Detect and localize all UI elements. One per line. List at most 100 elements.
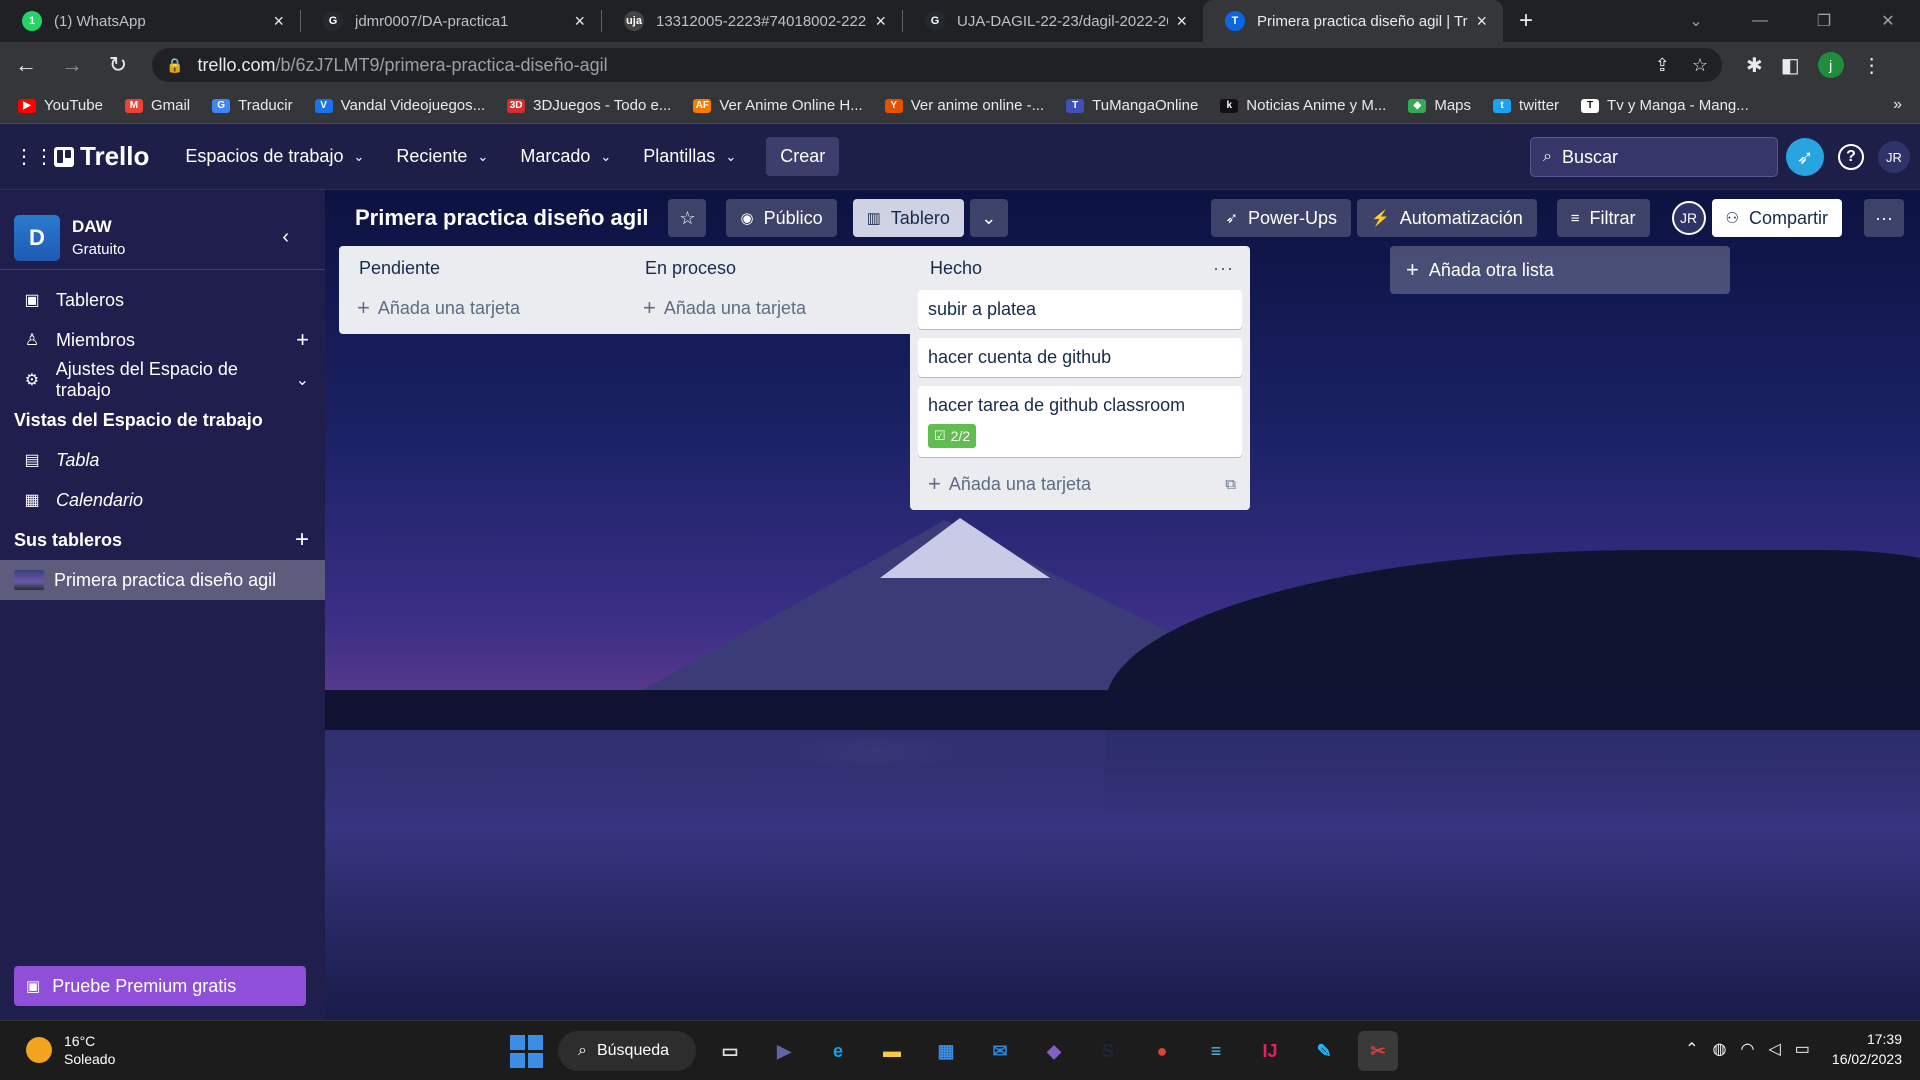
address-bar[interactable]: 🔒 trello.com/b/6zJ7LMT9/primera-practica…	[152, 48, 1722, 82]
bookmark-item[interactable]: M Gmail	[124, 97, 190, 114]
trello-logo[interactable]: Trello	[54, 141, 149, 172]
add-card-button[interactable]: +Añada una tarjeta⧉	[918, 466, 1242, 502]
workspace-name[interactable]: DAW	[72, 217, 125, 237]
browser-tab[interactable]: uja 13312005-2223#74018002-2223 ×	[602, 0, 902, 42]
taskbar-search[interactable]: ⌕ Búsqueda	[558, 1031, 696, 1071]
extensions-icon[interactable]: ✱	[1746, 53, 1763, 78]
battery-icon[interactable]: ▭	[1795, 1039, 1810, 1059]
add-card-button[interactable]: +Añada una tarjeta⧉	[347, 290, 671, 326]
views-dropdown-button[interactable]: ⌄	[969, 199, 1008, 237]
steam-icon[interactable]: S	[1088, 1031, 1128, 1071]
help-icon[interactable]: ?	[1838, 144, 1864, 170]
close-window-icon[interactable]: ✕	[1856, 0, 1920, 42]
back-icon[interactable]: ←	[6, 45, 46, 85]
card[interactable]: hacer tarea de github classroom ☑ 2/2	[918, 386, 1242, 457]
sidebar-item-boards[interactable]: ▣ Tableros	[0, 280, 325, 320]
new-tab-icon[interactable]: +	[1503, 0, 1549, 42]
browser-tab[interactable]: G UJA-DAGIL-22-23/dagil-2022-20 ×	[903, 0, 1203, 42]
visibility-button[interactable]: ◉ Público	[726, 199, 837, 237]
card-template-icon[interactable]: ⧉	[1225, 476, 1236, 493]
chevron-down-icon[interactable]: ⌄	[296, 370, 309, 390]
clock[interactable]: 17:39 16/02/2023	[1832, 1029, 1902, 1069]
browser-tab[interactable]: Gjdmr0007/DA-practica1 ×	[301, 0, 601, 42]
bookmark-star-icon[interactable]: ☆	[1692, 55, 1708, 76]
menu-templates[interactable]: Plantillas ⌄	[643, 146, 736, 167]
browser-tab[interactable]: T Primera practica diseño agil | Trel ×	[1203, 0, 1503, 42]
minimize-icon[interactable]: —	[1728, 0, 1792, 42]
sidebar-board-item[interactable]: Primera practica diseño agil	[0, 560, 325, 600]
board-member-avatar[interactable]: JR	[1671, 201, 1706, 235]
app-switcher-icon[interactable]: ⋮⋮	[14, 144, 54, 169]
close-tab-icon[interactable]: ×	[1476, 11, 1487, 32]
add-card-button[interactable]: +Añada una tarjeta⧉	[633, 290, 957, 326]
weather-widget[interactable]: 16°C Soleado	[26, 1033, 115, 1067]
teams-icon[interactable]: ▶	[764, 1031, 804, 1071]
chevron-up-icon[interactable]: ⌃	[1685, 1039, 1698, 1059]
bookmark-item[interactable]: ◆ Maps	[1408, 97, 1471, 114]
add-list-button[interactable]: + Añada otra lista	[1390, 246, 1730, 294]
notifications-rocket-icon[interactable]: ➶	[1786, 138, 1824, 176]
sidebar-item-calendar[interactable]: ▦ Calendario	[0, 480, 325, 520]
bookmark-item[interactable]: AF Ver Anime Online H...	[693, 97, 863, 114]
share-page-icon[interactable]: ⇪	[1655, 55, 1670, 76]
intellij-icon[interactable]: IJ	[1250, 1031, 1290, 1071]
powerups-button[interactable]: ➶ Power-Ups	[1211, 199, 1351, 237]
menu-starred[interactable]: Marcado ⌄	[520, 146, 611, 167]
taskview-icon[interactable]: ▭	[710, 1031, 750, 1071]
reload-icon[interactable]: ↻	[98, 45, 138, 85]
visual-studio-icon[interactable]: ◆	[1034, 1031, 1074, 1071]
more-bookmarks-icon[interactable]: »	[1893, 96, 1902, 114]
bookmark-item[interactable]: V Vandal Videojuegos...	[314, 97, 485, 114]
card[interactable]: subir a platea	[918, 290, 1242, 329]
network-status-icon[interactable]: ◍	[1713, 1039, 1727, 1059]
premium-trial-button[interactable]: ▣ Pruebe Premium gratis	[14, 966, 306, 1006]
automation-button[interactable]: ⚡ Automatización	[1357, 199, 1537, 237]
card[interactable]: hacer cuenta de github	[918, 338, 1242, 377]
volume-icon[interactable]: ◁	[1768, 1039, 1780, 1059]
browser-tab[interactable]: 1 (1) WhatsApp ×	[0, 0, 300, 42]
mail-icon[interactable]: ✉	[980, 1031, 1020, 1071]
notepad-icon[interactable]: ≡	[1196, 1031, 1236, 1071]
board-view-button[interactable]: ▥ Tablero	[852, 199, 964, 237]
bookmark-item[interactable]: k Noticias Anime y M...	[1220, 97, 1386, 114]
start-button[interactable]	[508, 1033, 544, 1069]
chrome-icon[interactable]: ●	[1142, 1031, 1182, 1071]
list-name[interactable]: Hecho	[930, 258, 982, 279]
bookmark-item[interactable]: T Tv y Manga - Mang...	[1581, 97, 1749, 114]
add-member-icon[interactable]: +	[296, 327, 309, 353]
board-title[interactable]: Primera practica diseño agil	[355, 205, 648, 231]
tab-search-icon[interactable]: ⌄	[1664, 0, 1728, 42]
snipping-tool-icon[interactable]: ✂	[1358, 1031, 1398, 1071]
profile-avatar[interactable]: j	[1817, 52, 1844, 78]
wifi-icon[interactable]: ◠	[1741, 1039, 1755, 1059]
bookmark-item[interactable]: Y Ver anime online -...	[884, 97, 1044, 114]
filter-button[interactable]: ≡ Filtrar	[1556, 199, 1650, 237]
account-avatar[interactable]: JR	[1878, 141, 1910, 173]
create-button[interactable]: Crear	[766, 137, 840, 176]
list-name[interactable]: Pendiente	[359, 258, 440, 279]
close-tab-icon[interactable]: ×	[1176, 11, 1187, 32]
maximize-icon[interactable]: ❐	[1792, 0, 1856, 42]
list-menu-icon[interactable]: ···	[1213, 258, 1234, 279]
sidebar-item-table[interactable]: ▤ Tabla	[0, 440, 325, 480]
close-tab-icon[interactable]: ×	[273, 11, 284, 32]
add-board-icon[interactable]: +	[295, 526, 309, 554]
menu-workspaces[interactable]: Espacios de trabajo ⌄	[185, 146, 364, 167]
forward-icon[interactable]: →	[52, 45, 92, 85]
browser-menu-icon[interactable]: ⋮	[1862, 53, 1882, 78]
store-icon[interactable]: ▦	[926, 1031, 966, 1071]
close-tab-icon[interactable]: ×	[875, 11, 886, 32]
menu-recent[interactable]: Reciente ⌄	[396, 146, 488, 167]
board-menu-button[interactable]: ···	[1864, 199, 1904, 237]
paint-icon[interactable]: ✎	[1304, 1031, 1344, 1071]
sidebar-item-members[interactable]: ♙ Miembros +	[0, 320, 325, 360]
bookmark-item[interactable]: ▶ YouTube	[18, 97, 103, 114]
close-tab-icon[interactable]: ×	[574, 11, 585, 32]
bookmark-item[interactable]: G Traducir	[212, 97, 293, 114]
side-panel-icon[interactable]: ◧	[1781, 53, 1800, 78]
bookmark-item[interactable]: T TuMangaOnline	[1066, 97, 1198, 114]
file-explorer-icon[interactable]: ▬	[872, 1031, 912, 1071]
collapse-sidebar-icon[interactable]: ‹	[282, 226, 289, 249]
list-name[interactable]: En proceso	[645, 258, 736, 279]
sidebar-item-settings[interactable]: ⚙ Ajustes del Espacio de trabajo ⌄	[0, 359, 325, 400]
